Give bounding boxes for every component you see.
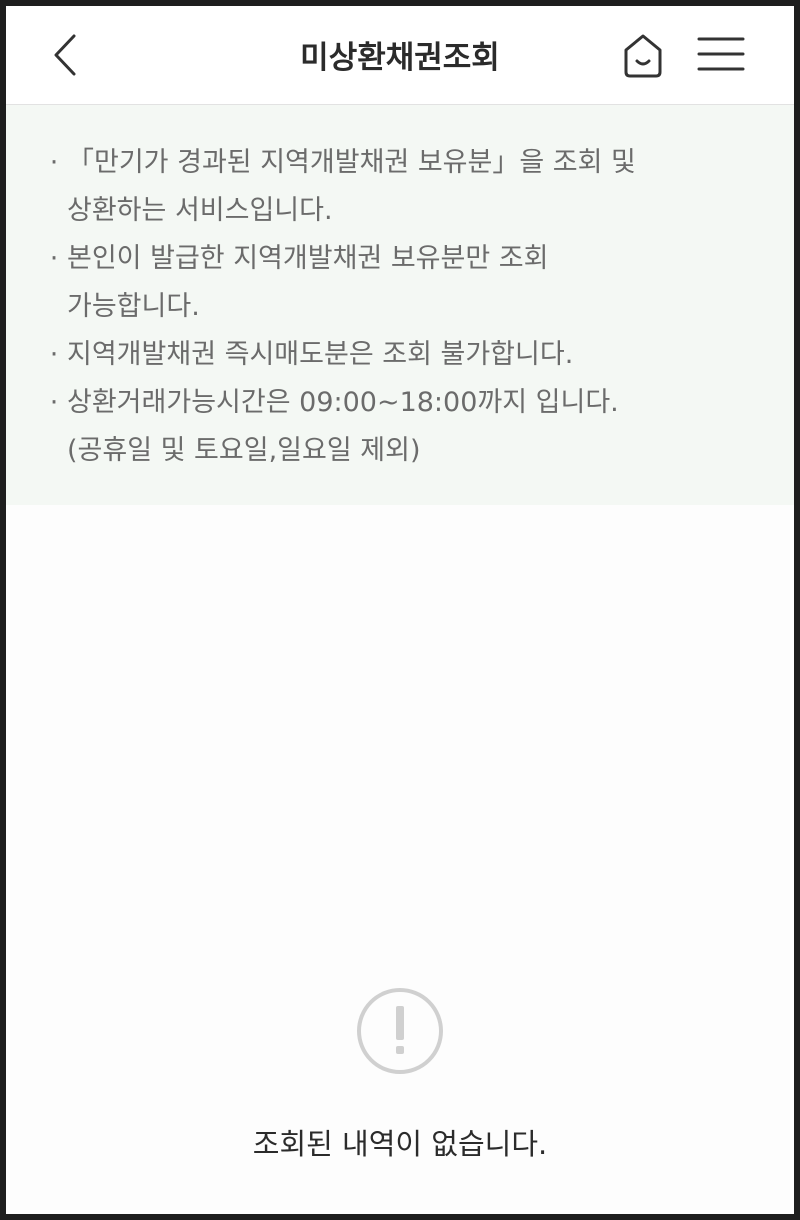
bullet: · (49, 339, 59, 370)
notice-box: · 「만기가 경과된 지역개발채권 보유분」을 조회 및 상환하는 서비스입니다… (6, 105, 794, 505)
notice-item-text: 「만기가 경과된 지역개발채권 보유분」을 조회 및 상환하는 서비스입니다. (67, 147, 636, 226)
home-button[interactable] (618, 30, 668, 82)
notice-item: · 「만기가 경과된 지역개발채권 보유분」을 조회 및 상환하는 서비스입니다… (6, 139, 794, 235)
bullet: · (49, 243, 59, 274)
empty-state-message: 조회된 내역이 없습니다. (252, 1127, 548, 1161)
page-title: 미상환채권조회 (300, 40, 500, 76)
top-app-bar: 미상환채권조회 (6, 6, 794, 105)
bullet: · (49, 387, 59, 418)
notice-list: · 「만기가 경과된 지역개발채권 보유분」을 조회 및 상환하는 서비스입니다… (6, 139, 794, 475)
menu-button[interactable] (696, 34, 746, 74)
bullet: · (49, 147, 59, 178)
notice-item-text: 상환거래가능시간은 09:00~18:00까지 입니다. (공휴일 및 토요일,… (67, 387, 619, 466)
notice-item: · 상환거래가능시간은 09:00~18:00까지 입니다. (공휴일 및 토요… (6, 379, 794, 475)
hamburger-menu-icon (697, 37, 745, 71)
app-screen: 미상환채권조회 · 「만기가 경과된 지역개발채권 보유분」을 조회 및 상환하… (6, 6, 794, 1214)
exclamation-circle-icon (357, 988, 443, 1074)
home-icon (624, 34, 662, 78)
notice-item: · 본인이 발급한 지역개발채권 보유분만 조회 가능합니다. (6, 235, 794, 331)
notice-item: · 지역개발채권 즉시매도분은 조회 불가합니다. (6, 331, 794, 379)
notice-item-text: 본인이 발급한 지역개발채권 보유분만 조회 가능합니다. (67, 243, 549, 322)
notice-item-text: 지역개발채권 즉시매도분은 조회 불가합니다. (67, 339, 574, 370)
